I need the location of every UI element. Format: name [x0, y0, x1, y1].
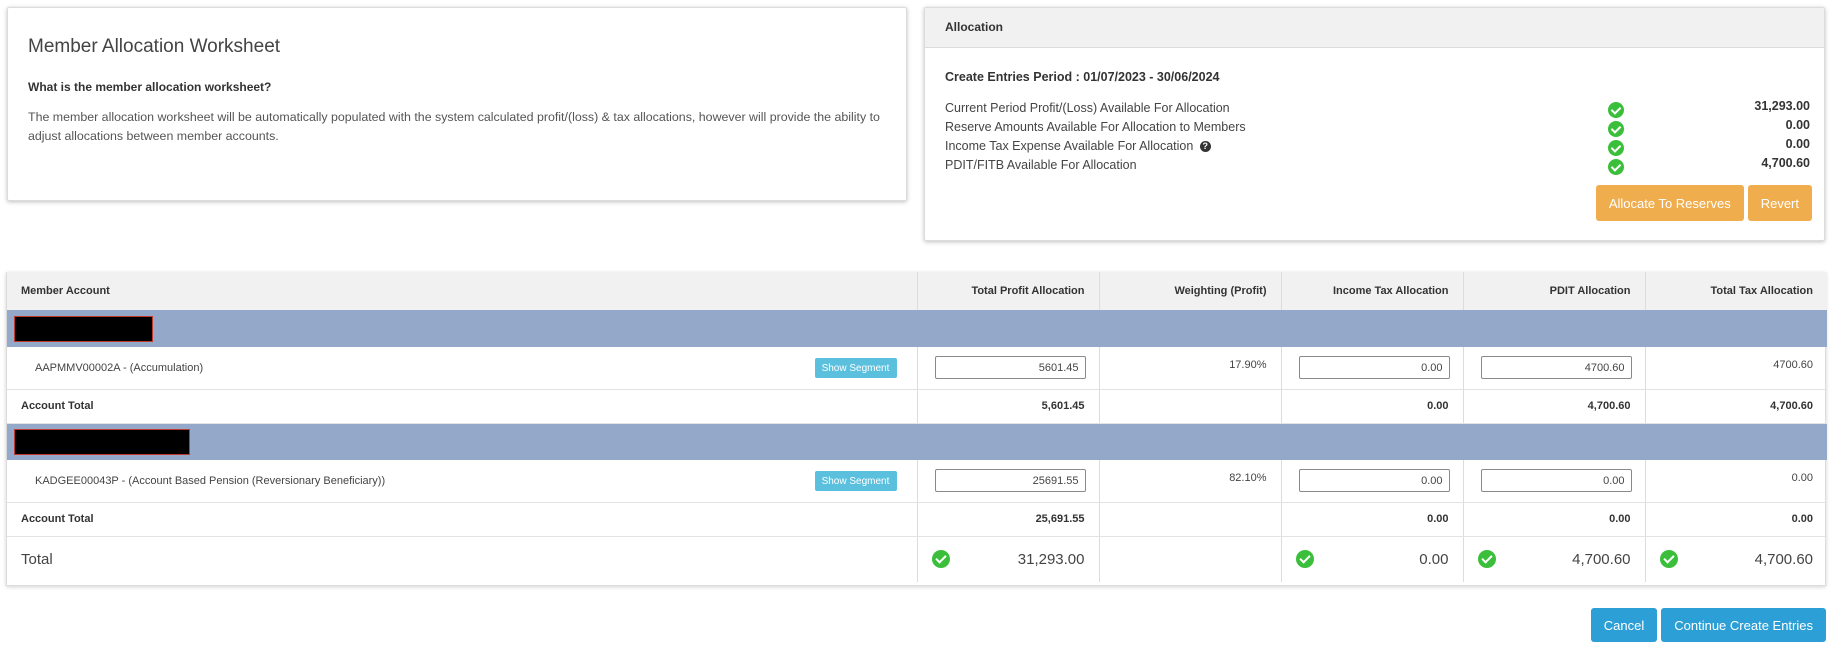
account-total-income-tax: 0.00: [1280, 389, 1463, 424]
total-profit-input[interactable]: [934, 469, 1086, 493]
check-circle-icon: [1608, 140, 1624, 156]
pdit-input[interactable]: [1480, 469, 1632, 493]
allocation-row-income-tax: Income Tax Expense Available For Allocat…: [945, 137, 1810, 156]
redacted-member-name: [14, 428, 190, 455]
grand-total-profit-cell: 31,293.00: [916, 536, 1099, 582]
allocation-row-pdit: PDIT/FITB Available For Allocation 4,700…: [945, 156, 1810, 175]
member-account-name: AAPMMV00002A - (Accumulation): [35, 361, 204, 374]
grand-total-pdit-cell: 4,700.60: [1462, 536, 1645, 582]
worksheet-description: The member allocation worksheet will be …: [28, 110, 880, 143]
account-total-pdit: 4,700.60: [1462, 389, 1645, 424]
account-total-profit: 5,601.45: [916, 389, 1099, 424]
allocation-row-value: 4,700.60: [1761, 156, 1810, 170]
total-profit-cell: [916, 460, 1099, 503]
income-tax-input[interactable]: [1298, 469, 1450, 493]
column-header-member-account: Member Account: [7, 272, 917, 310]
check-circle-icon: [1477, 550, 1496, 569]
allocation-body: Create Entries Period : 01/07/2023 - 30/…: [925, 48, 1824, 175]
column-header-total-profit: Total Profit Allocation: [916, 272, 1099, 310]
total-tax-cell: 4700.60: [1644, 347, 1827, 390]
check-circle-icon: [1608, 102, 1624, 118]
allocation-row-value: 0.00: [1785, 137, 1810, 151]
column-header-weighting: Weighting (Profit): [1098, 272, 1281, 310]
table-row: AAPMMV00002A - (Accumulation) Show Segme…: [7, 347, 1827, 390]
revert-button[interactable]: Revert: [1747, 185, 1812, 221]
grand-total-pdit: 4,700.60: [1572, 550, 1631, 568]
account-total-profit: 25,691.55: [916, 502, 1099, 537]
weighting-cell: 17.90%: [1098, 347, 1281, 390]
entries-period: Create Entries Period : 01/07/2023 - 30/…: [945, 70, 1220, 84]
allocation-header: Allocation: [925, 8, 1824, 48]
account-total-row: Account Total 5,601.45 0.00 4,700.60 4,7…: [7, 389, 1827, 424]
allocation-actions: Allocate To Reserves Revert: [1595, 185, 1812, 221]
grand-total-income-tax: 0.00: [1419, 550, 1449, 568]
grand-total-total-tax: 4,700.60: [1754, 550, 1813, 568]
pdit-input[interactable]: [1480, 356, 1632, 380]
allocation-panel: Allocation Create Entries Period : 01/07…: [924, 7, 1825, 241]
footer-actions: Cancel Continue Create Entries: [1590, 608, 1826, 642]
account-total-label: Account Total: [7, 389, 917, 424]
income-tax-cell: [1280, 347, 1463, 390]
account-total-income-tax: 0.00: [1280, 502, 1463, 537]
grand-total-weighting-cell: [1098, 536, 1281, 582]
account-total-label: Account Total: [7, 502, 917, 537]
table-header-row: Member Account Total Profit Allocation W…: [7, 272, 1827, 310]
member-allocation-table: Member Account Total Profit Allocation W…: [6, 272, 1827, 586]
total-profit-cell: [916, 347, 1099, 390]
grand-total-label: Total: [21, 550, 53, 568]
show-segment-button[interactable]: Show Segment: [814, 471, 897, 491]
allocation-row-label-wrap: Income Tax Expense Available For Allocat…: [945, 139, 1211, 153]
allocation-row-label: Income Tax Expense Available For Allocat…: [945, 139, 1194, 153]
check-circle-icon: [1659, 550, 1678, 569]
worksheet-title: Member Allocation Worksheet: [28, 36, 281, 57]
cancel-button[interactable]: Cancel: [1590, 608, 1658, 642]
column-header-income-tax: Income Tax Allocation: [1280, 272, 1463, 310]
member-group-cell: [7, 423, 1827, 460]
grand-total-income-tax-cell: 0.00: [1280, 536, 1463, 582]
pdit-cell: [1462, 460, 1645, 503]
grand-total-row: Total 31,293.00 0.00 4,700.60 4,700.60: [7, 536, 1827, 582]
account-total-weighting: [1098, 389, 1281, 424]
allocation-row-label: Reserve Amounts Available For Allocation…: [945, 120, 1246, 134]
member-group-header: [7, 423, 1827, 460]
column-header-pdit: PDIT Allocation: [1462, 272, 1645, 310]
total-profit-input[interactable]: [934, 356, 1086, 380]
account-total-row: Account Total 25,691.55 0.00 0.00 0.00: [7, 502, 1827, 537]
check-circle-icon: [931, 550, 950, 569]
income-tax-cell: [1280, 460, 1463, 503]
member-account-cell: KADGEE00043P - (Account Based Pension (R…: [7, 460, 917, 503]
weighting-cell: 82.10%: [1098, 460, 1281, 503]
allocation-row-label: Current Period Profit/(Loss) Available F…: [945, 101, 1230, 115]
income-tax-input[interactable]: [1298, 356, 1450, 380]
table-row: KADGEE00043P - (Account Based Pension (R…: [7, 460, 1827, 503]
allocation-row-value: 0.00: [1785, 118, 1810, 132]
total-tax-cell: 0.00: [1644, 460, 1827, 503]
allocation-row-label: PDIT/FITB Available For Allocation: [945, 158, 1137, 172]
account-total-pdit: 0.00: [1462, 502, 1645, 537]
show-segment-button[interactable]: Show Segment: [814, 358, 897, 378]
account-total-total-tax: 4,700.60: [1644, 389, 1827, 424]
worksheet-subtitle: What is the member allocation worksheet?: [28, 80, 272, 94]
grand-total-total-tax-cell: 4,700.60: [1644, 536, 1827, 582]
grand-total-profit: 31,293.00: [1017, 550, 1085, 568]
redacted-member-name: [14, 315, 153, 342]
check-circle-icon: [1608, 159, 1624, 175]
allocation-row-profit: Current Period Profit/(Loss) Available F…: [945, 99, 1810, 118]
check-circle-icon: [1608, 121, 1624, 137]
account-total-weighting: [1098, 502, 1281, 537]
check-circle-icon: [1295, 550, 1314, 569]
allocate-to-reserves-button[interactable]: Allocate To Reserves: [1595, 185, 1744, 221]
member-group-header: [7, 310, 1827, 347]
member-account-name: KADGEE00043P - (Account Based Pension (R…: [35, 474, 386, 487]
allocation-row-value: 31,293.00: [1754, 99, 1810, 113]
pdit-cell: [1462, 347, 1645, 390]
account-total-total-tax: 0.00: [1644, 502, 1827, 537]
info-panel: Member Allocation Worksheet What is the …: [7, 7, 907, 201]
question-circle-icon[interactable]: ?: [1199, 141, 1211, 153]
column-header-total-tax: Total Tax Allocation: [1644, 272, 1827, 310]
member-group-cell: [7, 310, 1827, 347]
allocation-row-reserve: Reserve Amounts Available For Allocation…: [945, 118, 1810, 137]
member-account-cell: AAPMMV00002A - (Accumulation) Show Segme…: [7, 347, 917, 390]
continue-create-entries-button[interactable]: Continue Create Entries: [1661, 608, 1826, 642]
